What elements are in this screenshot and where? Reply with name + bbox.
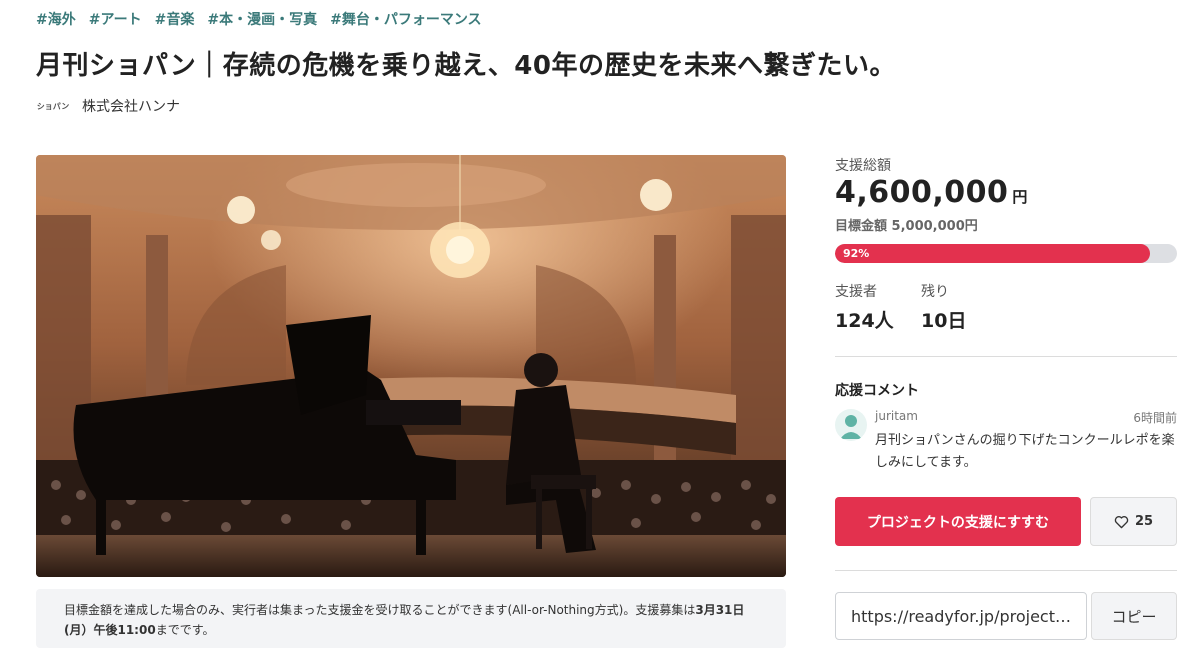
- category-tags: #海外 #アート #音楽 #本・漫画・写真 #舞台・パフォーマンス: [36, 9, 482, 29]
- total-amount: 4,600,000 円: [835, 175, 1028, 210]
- page-title: 月刊ショパン｜存続の危機を乗り越え、40年の歴史を未来へ繋ぎたい。: [36, 51, 896, 81]
- user-avatar-icon: [835, 409, 867, 441]
- heart-icon: [1114, 515, 1129, 528]
- tag-stage[interactable]: #舞台・パフォーマンス: [330, 9, 481, 29]
- divider: [835, 570, 1177, 571]
- support-project-button[interactable]: プロジェクトの支援にすすむ: [835, 497, 1081, 546]
- project-hero-image: [36, 155, 786, 577]
- currency-unit: 円: [1012, 188, 1028, 206]
- remaining-stat: 残り 10日: [921, 281, 966, 333]
- owner-logo: ショパン: [36, 101, 70, 111]
- notice-text-post: までです。: [155, 623, 215, 637]
- progress-bar: 92%: [835, 244, 1177, 263]
- tag-art[interactable]: #アート: [89, 9, 142, 29]
- favorite-count: 25: [1134, 514, 1154, 529]
- supporters-stat: 支援者 124人: [835, 281, 894, 333]
- tag-music[interactable]: #音楽: [155, 9, 195, 29]
- all-or-nothing-notice: 目標金額を達成した場合のみ、実行者は集まった支援金を受け取ることができます(Al…: [36, 589, 786, 648]
- comment-time: 6時間前: [1133, 411, 1177, 425]
- goal-value: 5,000,000円: [891, 219, 978, 234]
- favorite-button[interactable]: 25: [1090, 497, 1177, 546]
- notice-text-pre: 目標金額を達成した場合のみ、実行者は集まった支援金を受け取ることができます(Al…: [64, 603, 696, 617]
- comments-heading: 応援コメント: [835, 383, 919, 399]
- total-label: 支援総額: [835, 158, 891, 174]
- comment-user[interactable]: juritam: [875, 409, 918, 423]
- goal-label: 目標金額: [835, 219, 888, 234]
- total-value: 4,600,000: [835, 175, 1009, 210]
- supporters-label: 支援者: [835, 284, 877, 300]
- concert-hall-photo: [36, 155, 786, 577]
- supporters-value: 124人: [835, 310, 894, 332]
- tag-overseas[interactable]: #海外: [36, 9, 76, 29]
- comment-text: 月刊ショパンさんの掘り下げたコンクールレポを楽しみにしてます。: [875, 433, 1175, 470]
- owner-name[interactable]: 株式会社ハンナ: [82, 96, 180, 116]
- project-owner[interactable]: ショパン 株式会社ハンナ: [36, 95, 180, 117]
- goal-amount: 目標金額 5,000,000円: [835, 215, 978, 234]
- remaining-value: 10日: [921, 310, 967, 332]
- tag-books[interactable]: #本・漫画・写真: [207, 9, 317, 29]
- divider: [835, 356, 1177, 357]
- share-url-input[interactable]: [835, 592, 1087, 640]
- progress-text: 92%: [843, 247, 870, 260]
- progress-fill: 92%: [835, 244, 1150, 263]
- copy-url-button[interactable]: コピー: [1091, 592, 1177, 640]
- remaining-label: 残り: [921, 284, 949, 300]
